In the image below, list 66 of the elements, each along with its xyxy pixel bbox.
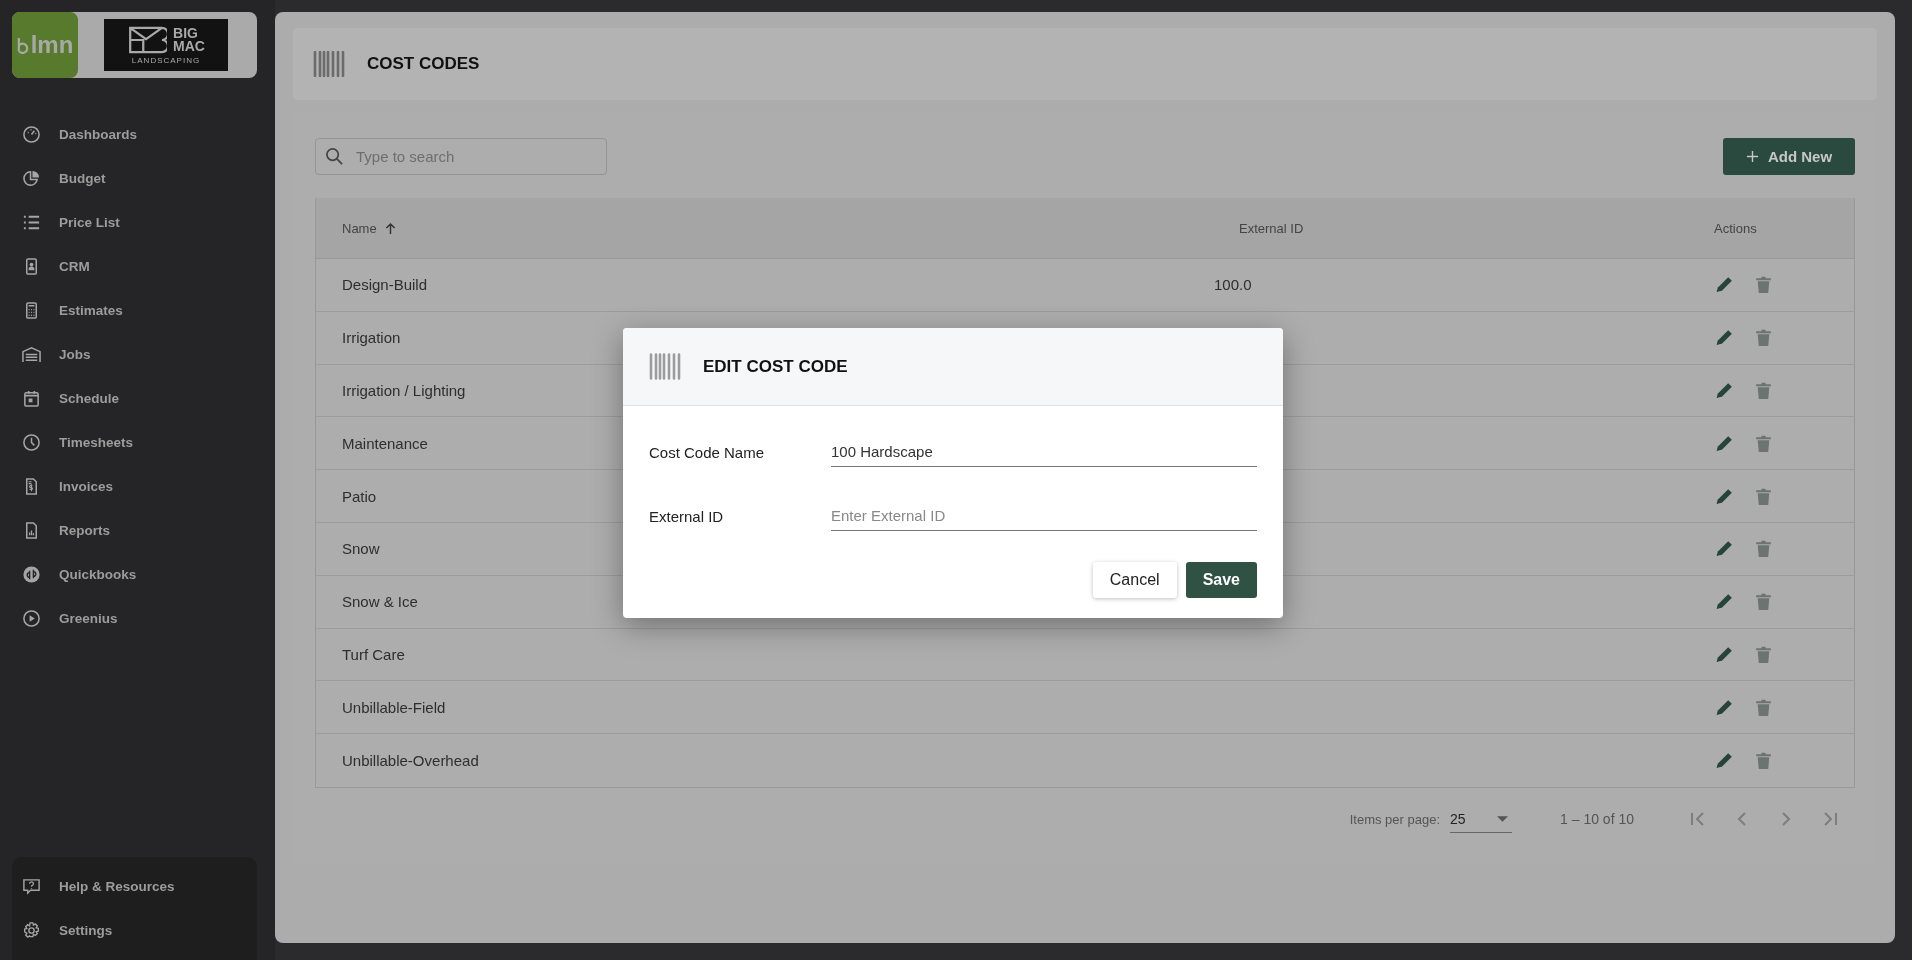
delete-trash-icon[interactable] [1753,274,1774,296]
sidebar-item[interactable]: Quickbooks [12,552,137,596]
app-logo-text: lmn [30,31,74,59]
table-cell: Unbillable-Field [342,698,446,716]
envelope-mark-icon [127,25,168,54]
table-cell: Design-Build [342,276,428,294]
save-button[interactable]: Save [1185,562,1257,598]
company-tagline: LANDSCAPING [131,55,201,65]
pie-chart-icon [22,168,41,188]
table-cell: 100.0 [1214,276,1252,294]
sidebar-item[interactable]: Dashboards [12,112,138,156]
help-icon [22,876,41,896]
field-label: Cost Code Name [649,443,766,461]
delete-trash-icon[interactable] [1753,750,1774,772]
delete-trash-icon[interactable] [1753,327,1774,349]
calendar-icon [22,388,41,408]
cancel-button[interactable]: Cancel [1092,562,1177,598]
page-range: 1 – 10 of 10 [1560,811,1634,828]
barcode-icon [313,51,345,77]
sidebar-item[interactable]: Price List [12,200,120,244]
gauge-icon [22,124,41,144]
sidebar-item[interactable]: Timesheets [12,420,134,464]
items-per-page-label: Items per page: [1349,811,1441,827]
table-cell: Turf Care [342,645,405,663]
column-header[interactable]: Name [342,220,377,236]
add-new-button[interactable]: Add New [1723,138,1855,175]
delete-trash-icon[interactable] [1753,380,1774,401]
sidebar-item[interactable]: CRM [12,244,90,288]
sidebar-item[interactable]: Jobs [12,332,91,376]
table-cell: Irrigation [342,329,401,347]
plus-icon [1745,150,1759,163]
sidebar-item[interactable]: Reports [12,508,110,552]
garage-icon [22,344,41,364]
barcode-icon [649,353,681,380]
field-label: External ID [649,507,725,525]
search-field[interactable]: Type to search [315,138,607,175]
table-cell: Snow [342,540,380,558]
delete-trash-icon[interactable] [1753,538,1774,560]
sidebar-item[interactable]: Settings [12,908,113,952]
qb-logo-icon [22,564,41,584]
table-cell: Patio [342,487,377,505]
sort-ascending-icon[interactable] [384,221,396,235]
play-icon [22,608,41,628]
company-name: MAC [173,39,205,53]
sidebar-item[interactable]: Greenius [12,596,118,640]
column-header: Actions [1714,220,1757,236]
edit-pencil-icon[interactable] [1714,380,1735,401]
dialog-title: EDIT COST CODE [703,356,848,377]
table-cell: Unbillable-Overhead [342,752,479,770]
clock-icon [22,432,41,452]
caret-icon [1497,815,1509,822]
settings-icon [22,920,41,940]
search-icon [325,147,344,166]
sidebar-item[interactable]: Help & Resources [12,864,175,908]
page-title: COST CODES [367,54,480,74]
table-cell: Maintenance [342,434,428,452]
table-cell: Irrigation / Lighting [342,382,466,399]
sidebar-item[interactable]: Schedule [12,376,120,420]
items-per-page-select[interactable]: 25 [1450,805,1513,833]
sidebar-item[interactable]: Estimates [12,288,123,332]
table-cell: Snow & Ice [342,593,418,611]
delete-trash-icon[interactable] [1753,591,1774,613]
company-name: BIG [173,26,199,40]
sidebar-item[interactable]: Invoices [12,464,114,508]
column-header: External ID [1239,220,1304,236]
sidebar-item[interactable]: Budget [12,156,106,200]
